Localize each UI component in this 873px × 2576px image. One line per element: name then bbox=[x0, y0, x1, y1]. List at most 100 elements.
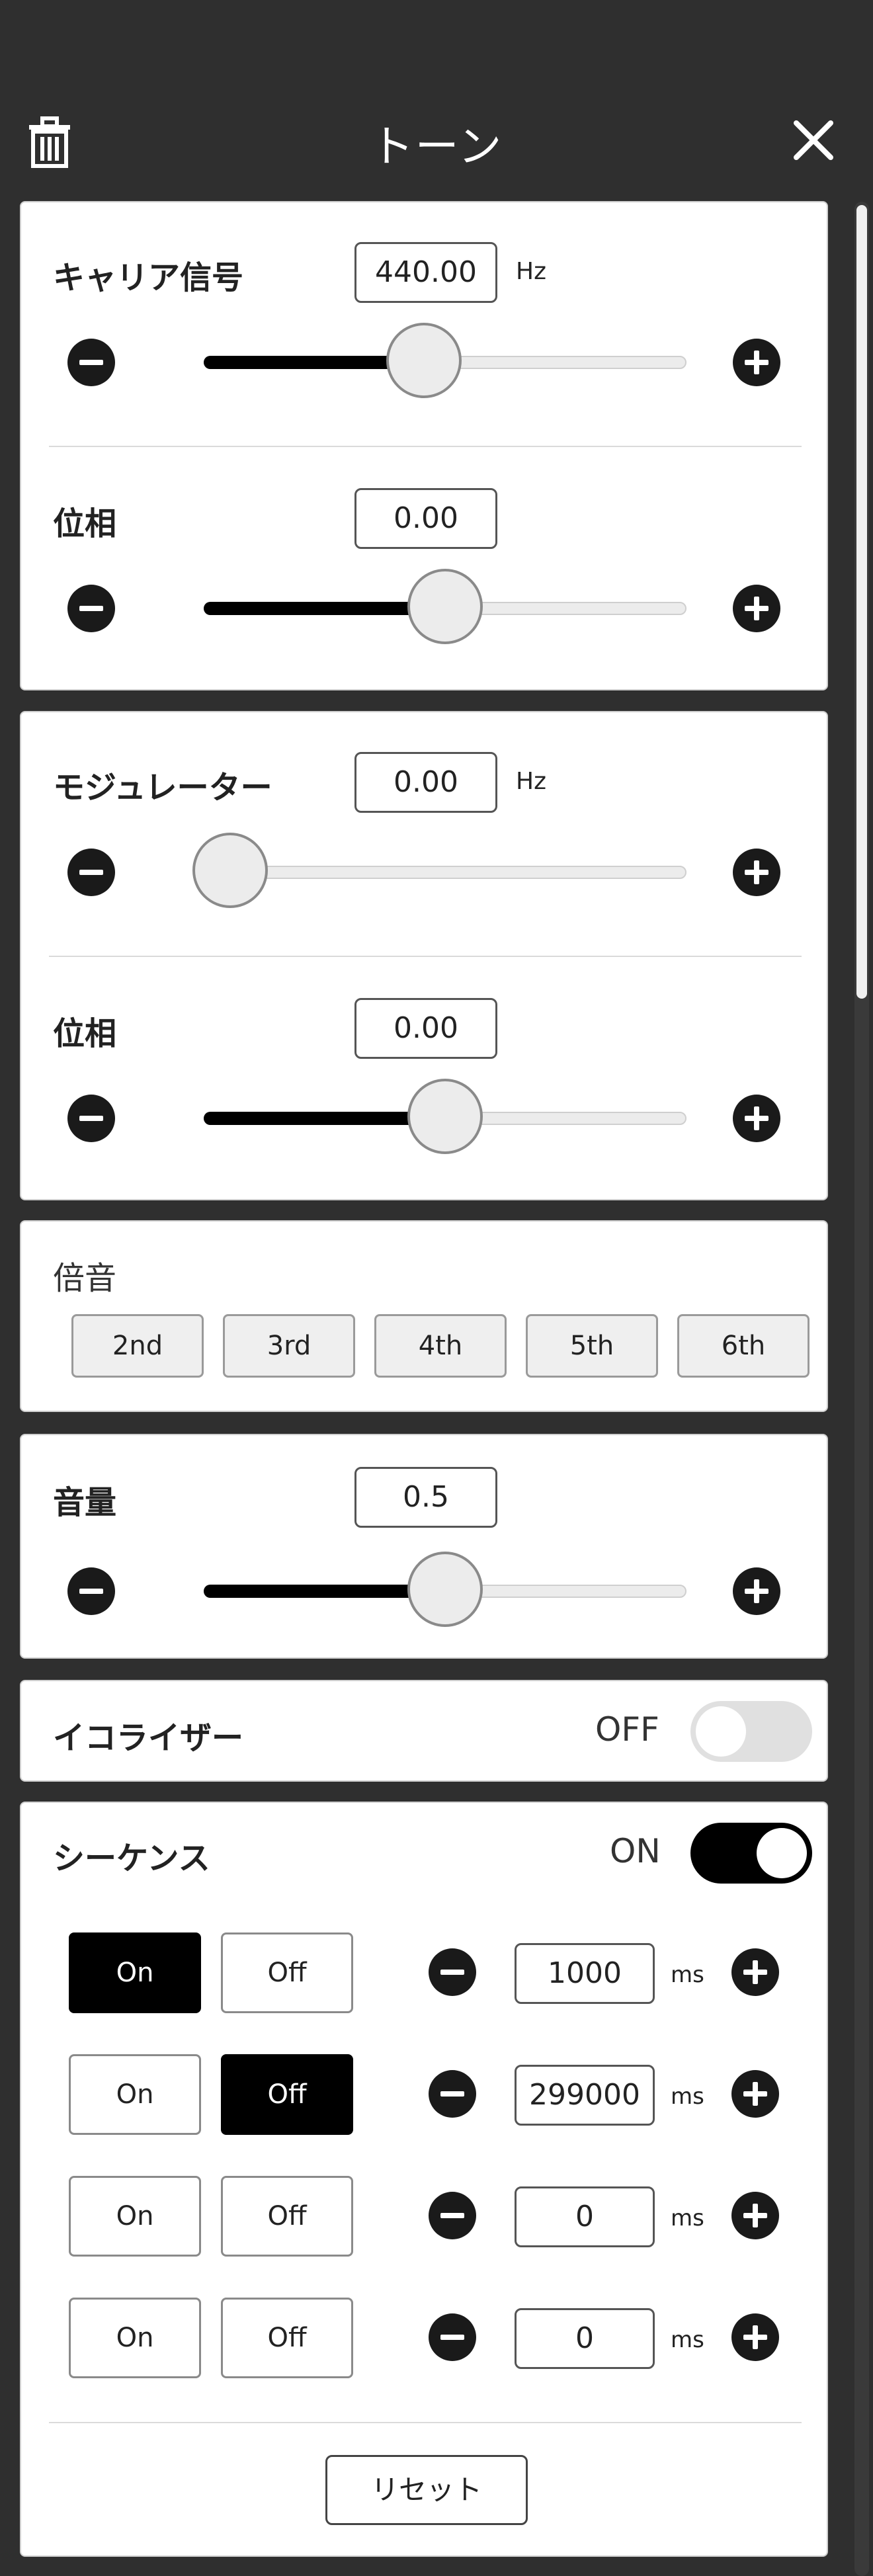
carrier-label: キャリア信号 bbox=[53, 259, 244, 296]
divider bbox=[49, 956, 802, 957]
volume-input[interactable]: 0.5 bbox=[354, 1467, 497, 1528]
volume-card: 音量 0.5 bbox=[20, 1434, 828, 1659]
sequence-row-1-decrement-button[interactable] bbox=[429, 1948, 476, 1996]
sequence-row-1-off-button[interactable]: Off bbox=[221, 1932, 353, 2013]
plus-icon bbox=[753, 2204, 758, 2227]
harmonic-2nd-button[interactable]: 2nd bbox=[71, 1314, 204, 1378]
plus-icon bbox=[754, 860, 759, 884]
sequence-toggle[interactable] bbox=[690, 1823, 812, 1884]
minus-icon bbox=[440, 1970, 464, 1975]
sequence-label: シーケンス bbox=[53, 1840, 210, 1877]
modulator-label: モジュレーター bbox=[53, 769, 272, 806]
modulator-phase-decrement-button[interactable] bbox=[67, 1095, 115, 1142]
volume-increment-button[interactable] bbox=[733, 1567, 780, 1615]
harmonic-4th-button[interactable]: 4th bbox=[374, 1314, 507, 1378]
minus-icon bbox=[79, 360, 103, 365]
sequence-row-2-off-button[interactable]: Off bbox=[221, 2054, 353, 2135]
slider-thumb[interactable] bbox=[407, 1552, 483, 1627]
carrier-frequency-input[interactable]: 440.00 bbox=[354, 242, 497, 303]
sequence-row-4-on-button[interactable]: On bbox=[69, 2298, 201, 2378]
equalizer-card: イコライザー OFF bbox=[20, 1680, 828, 1782]
toggle-knob bbox=[757, 1828, 807, 1878]
sequence-row-1-increment-button[interactable] bbox=[731, 1948, 779, 1996]
carrier-phase-slider[interactable] bbox=[184, 569, 686, 648]
sequence-row-2-unit: ms bbox=[671, 2083, 704, 2110]
sequence-row-3-unit: ms bbox=[671, 2205, 704, 2231]
equalizer-label: イコライザー bbox=[53, 1720, 244, 1757]
sequence-row-2-input[interactable]: 299000 bbox=[515, 2065, 655, 2126]
sequence-state: ON bbox=[610, 1832, 661, 1870]
modulator-frequency-input[interactable]: 0.00 bbox=[354, 752, 497, 813]
carrier-slider[interactable] bbox=[184, 323, 686, 402]
carrier-phase-input[interactable]: 0.00 bbox=[354, 488, 497, 549]
sequence-row-4-unit: ms bbox=[671, 2327, 704, 2353]
sequence-card: シーケンス ON On Off 1000 ms On Off 299000 ms… bbox=[20, 1802, 828, 2557]
sequence-row-3-input[interactable]: 0 bbox=[515, 2186, 655, 2247]
carrier-phase-decrement-button[interactable] bbox=[67, 585, 115, 632]
modulator-decrement-button[interactable] bbox=[67, 849, 115, 896]
plus-icon bbox=[753, 2082, 758, 2106]
sequence-row-2-increment-button[interactable] bbox=[731, 2070, 779, 2118]
carrier-increment-button[interactable] bbox=[733, 339, 780, 386]
carrier-decrement-button[interactable] bbox=[67, 339, 115, 386]
divider bbox=[49, 446, 802, 447]
carrier-phase-label: 位相 bbox=[53, 505, 117, 542]
harmonics-label: 倍音 bbox=[53, 1260, 117, 1297]
sequence-row-3-on-button[interactable]: On bbox=[69, 2176, 201, 2257]
volume-label: 音量 bbox=[53, 1484, 117, 1521]
sequence-row-4-decrement-button[interactable] bbox=[429, 2313, 476, 2361]
equalizer-toggle[interactable] bbox=[690, 1701, 812, 1762]
sequence-row-3-decrement-button[interactable] bbox=[429, 2192, 476, 2239]
harmonics-card: 倍音 2nd 3rd 4th 5th 6th bbox=[20, 1220, 828, 1412]
minus-icon bbox=[440, 2335, 464, 2340]
volume-decrement-button[interactable] bbox=[67, 1567, 115, 1615]
sequence-row-2-decrement-button[interactable] bbox=[429, 2070, 476, 2118]
sequence-row-4-off-button[interactable]: Off bbox=[221, 2298, 353, 2378]
slider-thumb[interactable] bbox=[386, 323, 462, 398]
sequence-row-3-increment-button[interactable] bbox=[731, 2192, 779, 2239]
volume-slider[interactable] bbox=[184, 1552, 686, 1631]
sequence-row-1-unit: ms bbox=[671, 1962, 704, 1988]
toggle-knob bbox=[696, 1706, 746, 1757]
minus-icon bbox=[440, 2213, 464, 2218]
sequence-row-1-input[interactable]: 1000 bbox=[515, 1943, 655, 2004]
modulator-increment-button[interactable] bbox=[733, 849, 780, 896]
divider bbox=[49, 2422, 802, 2423]
slider-track bbox=[204, 866, 686, 879]
sequence-row-1-on-button[interactable]: On bbox=[69, 1932, 201, 2013]
modulator-card: モジュレーター 0.00 Hz 位相 0.00 bbox=[20, 711, 828, 1200]
page-title: トーン bbox=[370, 121, 503, 172]
carrier-unit: Hz bbox=[516, 258, 546, 285]
minus-icon bbox=[440, 2091, 464, 2097]
carrier-phase-increment-button[interactable] bbox=[733, 585, 780, 632]
plus-icon bbox=[754, 1579, 759, 1603]
modulator-phase-label: 位相 bbox=[53, 1015, 117, 1052]
sequence-row-3-off-button[interactable]: Off bbox=[221, 2176, 353, 2257]
minus-icon bbox=[79, 870, 103, 875]
equalizer-state: OFF bbox=[595, 1710, 659, 1749]
header: トーン bbox=[0, 0, 873, 198]
harmonic-6th-button[interactable]: 6th bbox=[677, 1314, 810, 1378]
modulator-phase-input[interactable]: 0.00 bbox=[354, 998, 497, 1059]
reset-button[interactable]: リセット bbox=[325, 2455, 528, 2525]
sequence-row-4-increment-button[interactable] bbox=[731, 2313, 779, 2361]
minus-icon bbox=[79, 1116, 103, 1121]
sequence-row-4-input[interactable]: 0 bbox=[515, 2308, 655, 2369]
sequence-row-2-on-button[interactable]: On bbox=[69, 2054, 201, 2135]
minus-icon bbox=[79, 1589, 103, 1594]
plus-icon bbox=[753, 2325, 758, 2349]
modulator-phase-increment-button[interactable] bbox=[733, 1095, 780, 1142]
slider-thumb[interactable] bbox=[192, 833, 268, 908]
carrier-card: キャリア信号 440.00 Hz 位相 0.00 bbox=[20, 201, 828, 690]
close-icon[interactable] bbox=[792, 119, 835, 161]
modulator-slider[interactable] bbox=[184, 833, 686, 912]
plus-icon bbox=[753, 1960, 758, 1984]
scrollbar-thumb[interactable] bbox=[856, 205, 867, 999]
plus-icon bbox=[754, 351, 759, 374]
harmonic-3rd-button[interactable]: 3rd bbox=[223, 1314, 355, 1378]
slider-thumb[interactable] bbox=[407, 1079, 483, 1154]
harmonic-5th-button[interactable]: 5th bbox=[526, 1314, 658, 1378]
slider-thumb[interactable] bbox=[407, 569, 483, 644]
modulator-phase-slider[interactable] bbox=[184, 1079, 686, 1158]
modulator-unit: Hz bbox=[516, 768, 546, 795]
